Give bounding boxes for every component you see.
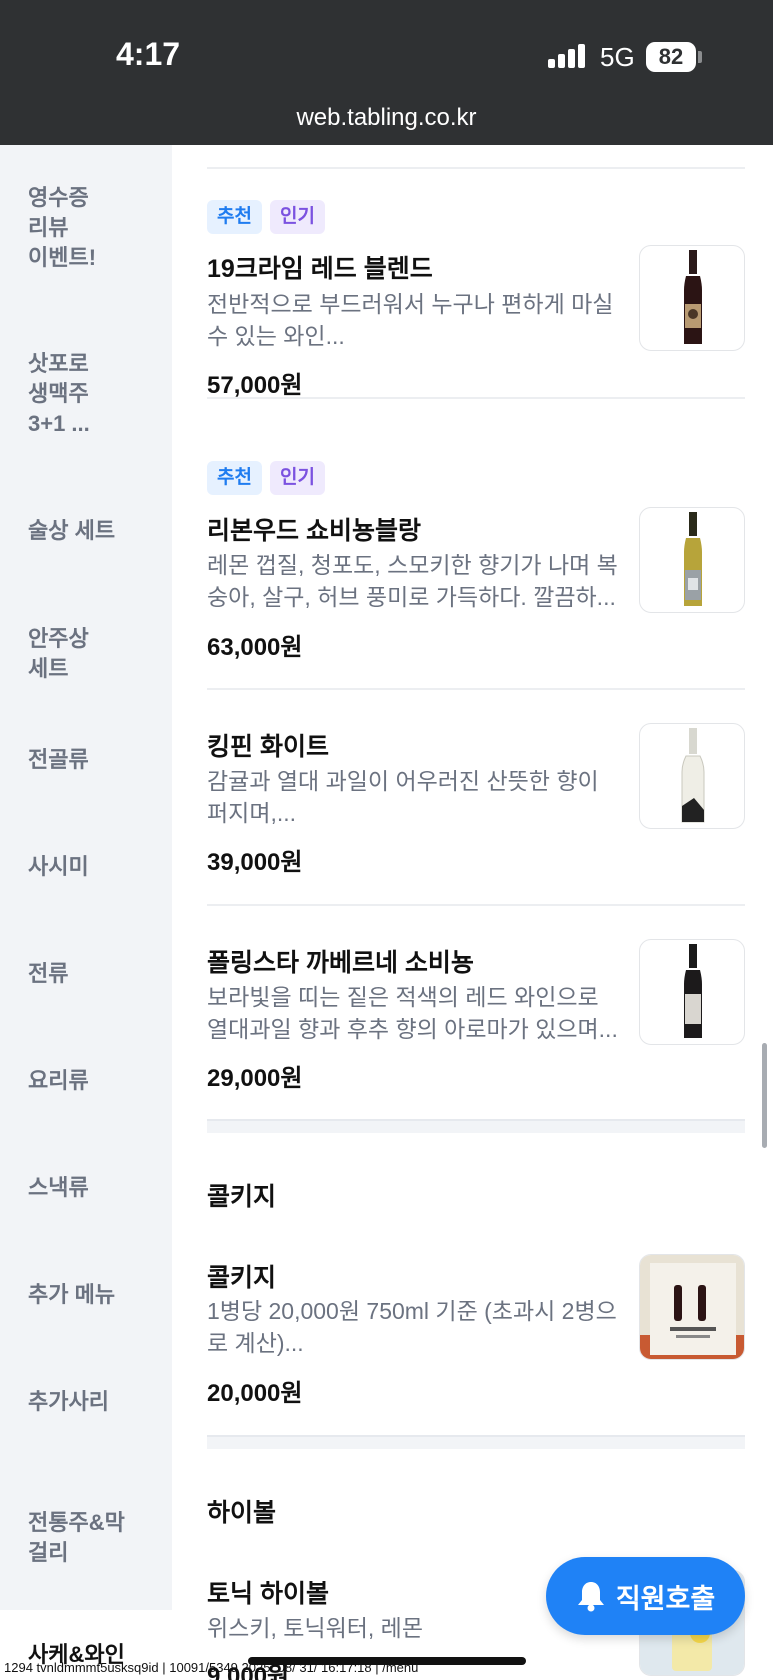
sidebar-item-receipt-review[interactable]: 영수증 리뷰 이벤트!	[28, 183, 168, 273]
item-divider	[207, 167, 745, 169]
badge-group: 추천 인기	[207, 200, 325, 234]
sidebar-item-jeon[interactable]: 전류	[28, 959, 168, 989]
battery-icon: 82	[646, 42, 696, 72]
section-separator	[207, 1119, 745, 1133]
popular-badge: 인기	[269, 200, 325, 234]
item-price: 57,000원	[207, 372, 303, 399]
item-name: 19크라임 레드 블렌드	[207, 255, 433, 283]
network-type: 5G	[600, 42, 635, 72]
item-price: 20,000원	[207, 1380, 303, 1407]
staff-call-button[interactable]: 직원호출	[546, 1557, 745, 1635]
section-separator	[207, 1435, 745, 1449]
sidebar-item-hotpot[interactable]: 전골류	[28, 745, 168, 775]
home-indicator[interactable]	[248, 1657, 526, 1665]
corkage-poster-image	[639, 1254, 745, 1360]
address-bar[interactable]: web.tabling.co.kr	[0, 104, 773, 132]
battery-tip	[698, 51, 702, 63]
signal-icon	[548, 44, 588, 68]
item-name: 리본우드 쇼비뇽블랑	[207, 517, 421, 545]
recommended-badge: 추천	[207, 461, 262, 495]
browser-top-bar: 4:17 5G 82 web.tabling.co.kr	[0, 0, 773, 145]
item-description: 감귤과 열대 과일이 어우러진 산뜻한 향이 퍼지며,...	[207, 768, 599, 826]
sidebar-item-drink-set[interactable]: 술상 세트	[28, 516, 168, 546]
badge-group: 추천 인기	[207, 461, 325, 495]
scrollbar[interactable]	[762, 1043, 767, 1148]
red-wine-bottle-image	[639, 245, 745, 351]
sidebar-item-extra-menu[interactable]: 추가 메뉴	[28, 1280, 168, 1310]
item-description: 레몬 껍질, 청포도, 스모키한 향기가 나며 복숭아, 살구, 허브 풍미로 …	[207, 552, 618, 610]
white-wine-bottle-image	[639, 507, 745, 613]
item-description: 전반적으로 부드러워서 누구나 편하게 마실 수 있는 와인...	[207, 291, 614, 349]
sidebar-item-sashimi[interactable]: 사시미	[28, 852, 168, 882]
item-name: 킹핀 화이트	[207, 733, 329, 761]
item-description: 1병당 20,000원 750ml 기준 (초과시 2병으로 계산)...	[207, 1298, 617, 1356]
item-description: 보라빛을 띠는 짙은 적색의 레드 와인으로 열대과일 향과 후추 향의 아로마…	[207, 984, 618, 1042]
item-price: 39,000원	[207, 849, 303, 876]
item-price: 63,000원	[207, 634, 303, 661]
staff-call-label: 직원호출	[615, 1583, 716, 1614]
section-title-highball: 하이볼	[207, 1499, 277, 1527]
sidebar-item-extra-noodles[interactable]: 추가사리	[28, 1387, 168, 1417]
popular-badge: 인기	[269, 461, 325, 495]
item-name: 폴링스타 까베르네 소비뇽	[207, 949, 474, 977]
recommended-badge: 추천	[207, 200, 262, 234]
sidebar-item-dishes[interactable]: 요리류	[28, 1066, 168, 1096]
red-wine-bottle-image	[639, 939, 745, 1045]
item-price: 29,000원	[207, 1065, 303, 1092]
sidebar-item-traditional[interactable]: 전통주&막 걸리	[28, 1508, 168, 1568]
item-divider	[207, 397, 745, 399]
item-name: 콜키지	[207, 1264, 277, 1292]
sidebar-item-sapporo[interactable]: 삿포로 생맥주 3+1 ...	[28, 349, 168, 439]
category-sidebar: 영수증 리뷰 이벤트! 삿포로 생맥주 3+1 ... 술상 세트 안주상 세트 전골류 …	[0, 145, 172, 1680]
bell-icon	[577, 1582, 604, 1612]
item-divider	[207, 688, 745, 690]
item-name: 토닉 하이볼	[207, 1580, 329, 1608]
sidebar-item-snacks[interactable]: 스낵류	[28, 1173, 168, 1203]
section-title-corkage: 콜키지	[207, 1183, 277, 1211]
status-time: 4:17	[116, 36, 181, 72]
item-divider	[207, 904, 745, 906]
menu-list: 추천 인기 19크라임 레드 블렌드 전반적으로 부드러워서 누구나 편하게 마…	[207, 145, 745, 1680]
white-wine-bottle-image	[639, 723, 745, 829]
sidebar-item-snack-set[interactable]: 안주상 세트	[28, 624, 168, 684]
